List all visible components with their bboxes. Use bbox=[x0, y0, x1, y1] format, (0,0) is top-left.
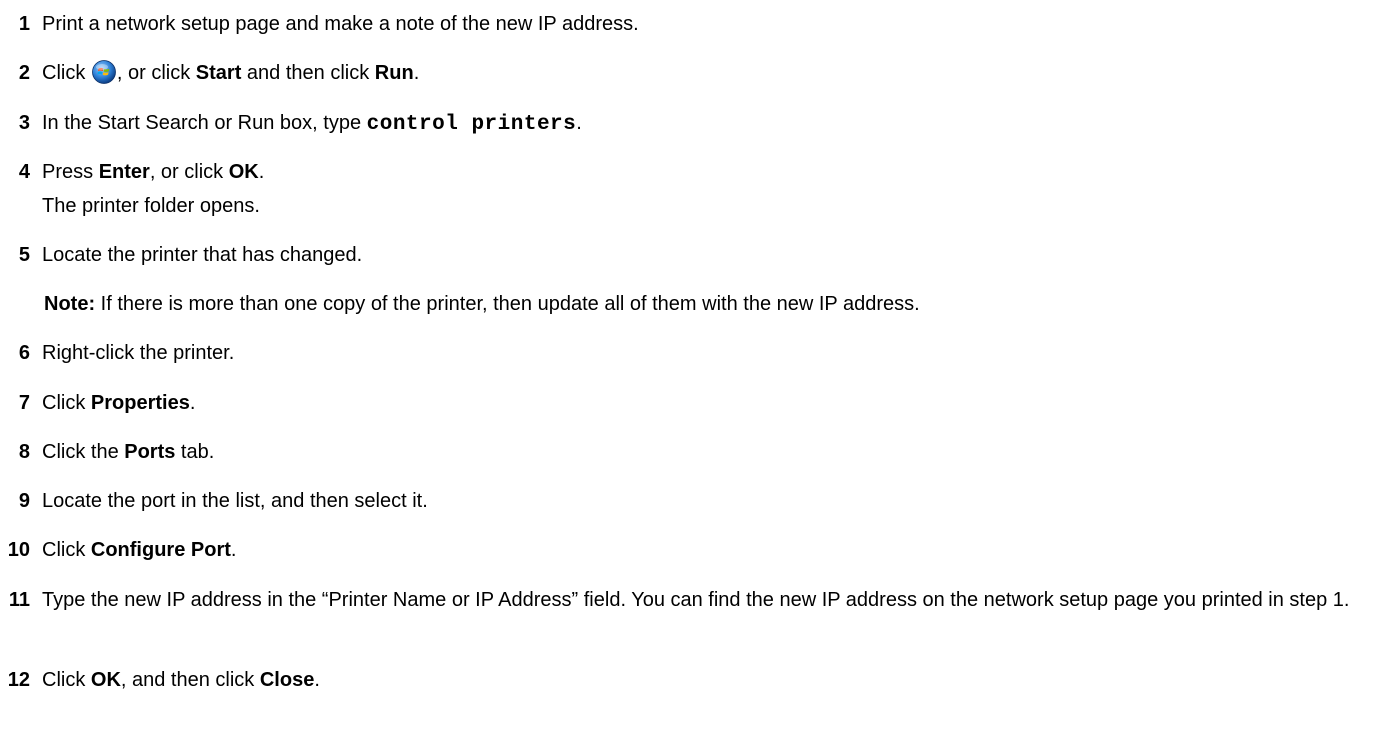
windows-start-icon bbox=[91, 60, 116, 84]
step-text: Press Enter, or click OK. bbox=[42, 161, 265, 183]
step-text: Click Properties. bbox=[42, 392, 196, 414]
step-text: Print a network setup page and make a no… bbox=[42, 13, 639, 35]
step-number: 3 bbox=[18, 112, 30, 134]
command-text: control printers bbox=[366, 113, 577, 136]
step-text: Right-click the printer. bbox=[42, 342, 235, 364]
step-number: 6 bbox=[18, 342, 30, 364]
step-number: 2 bbox=[18, 62, 30, 84]
step-4-result: The printer folder opens. bbox=[42, 195, 260, 217]
step-text: Click , or click Start and then click Ru… bbox=[42, 60, 420, 84]
step-text: Type the new IP address in the “Printer … bbox=[42, 589, 1350, 611]
step-text: Click OK, and then click Close. bbox=[42, 669, 320, 691]
step-text: Click Configure Port. bbox=[42, 539, 237, 561]
step-text: Locate the port in the list, and then se… bbox=[42, 490, 428, 512]
step-11: 11 Type the new IP address in the “Print… bbox=[0, 586, 1374, 646]
step-number: 8 bbox=[18, 441, 30, 463]
step-number: 12 bbox=[7, 669, 30, 691]
step-number: 1 bbox=[18, 13, 30, 35]
instruction-page: 1 Print a network setup page and make a … bbox=[0, 0, 1374, 746]
step-text: Locate the printer that has changed. bbox=[42, 244, 363, 266]
step-text: In the Start Search or Run box, type con… bbox=[42, 112, 582, 136]
step-number: 10 bbox=[7, 539, 30, 561]
step-number: 7 bbox=[18, 392, 30, 414]
note-label: Note: bbox=[44, 293, 96, 315]
step-number: 5 bbox=[18, 244, 30, 266]
step-number: 11 bbox=[8, 589, 30, 611]
step-number: 9 bbox=[18, 490, 30, 512]
note: Note: If there is more than one copy of … bbox=[44, 290, 920, 318]
step-text: Click the Ports tab. bbox=[42, 441, 215, 463]
note-text: If there is more than one copy of the pr… bbox=[95, 293, 920, 315]
step-number: 4 bbox=[18, 161, 30, 183]
